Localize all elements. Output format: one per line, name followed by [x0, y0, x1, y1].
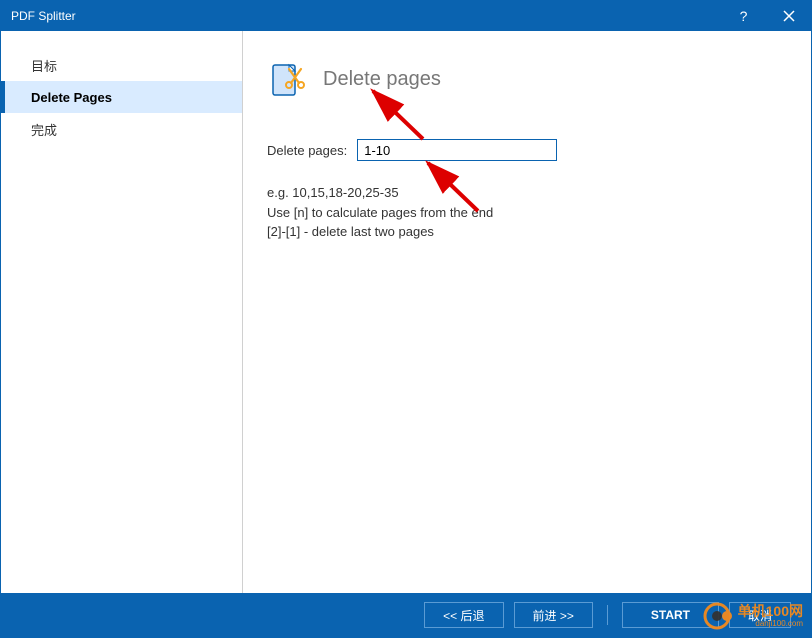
- close-icon: [783, 10, 795, 22]
- scissors-page-icon: [267, 59, 307, 99]
- help-button[interactable]: ?: [721, 1, 766, 31]
- content-header: Delete pages: [267, 59, 787, 99]
- sidebar-item-label: 完成: [31, 120, 57, 139]
- cancel-button[interactable]: 取消: [729, 602, 791, 628]
- sidebar-item-label: 目标: [31, 56, 57, 75]
- back-button[interactable]: << 后退: [424, 602, 503, 628]
- sidebar: 目标 Delete Pages 完成: [1, 31, 243, 593]
- delete-pages-row: Delete pages:: [267, 139, 787, 161]
- window-body: 目标 Delete Pages 完成 Del: [1, 31, 811, 593]
- delete-pages-input[interactable]: [357, 139, 557, 161]
- app-window: PDF Splitter ? 目标 Delete Pages 完成: [0, 0, 812, 638]
- delete-pages-label: Delete pages:: [267, 143, 347, 158]
- start-button[interactable]: START: [622, 602, 719, 628]
- sidebar-item-finish[interactable]: 完成: [1, 113, 242, 145]
- sidebar-item-delete-pages[interactable]: Delete Pages: [1, 81, 242, 113]
- forward-button[interactable]: 前进 >>: [514, 602, 593, 628]
- window-title: PDF Splitter: [11, 9, 76, 23]
- sidebar-item-target[interactable]: 目标: [1, 49, 242, 81]
- content-pane: Delete pages Delete pages: e.g. 10,15,18…: [243, 31, 811, 593]
- hint-text: e.g. 10,15,18-20,25-35 Use [n] to calcul…: [267, 183, 787, 242]
- sidebar-item-label: Delete Pages: [31, 90, 112, 105]
- page-title: Delete pages: [323, 68, 441, 91]
- close-button[interactable]: [766, 1, 811, 31]
- footer: << 后退 前进 >> START 取消: [1, 593, 811, 637]
- titlebar: PDF Splitter ?: [1, 1, 811, 31]
